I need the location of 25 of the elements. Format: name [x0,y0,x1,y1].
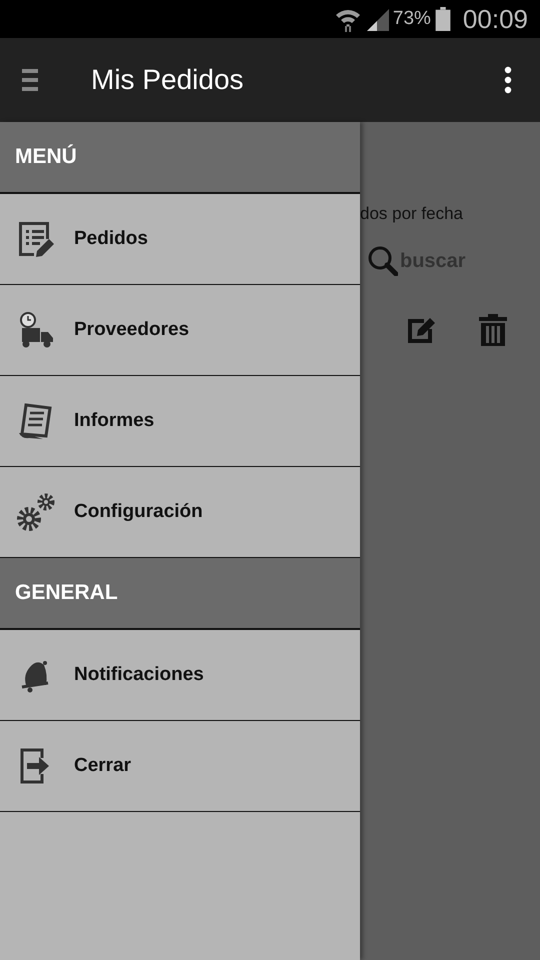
list-pencil-icon [16,219,56,259]
drawer-item[interactable]: Pedidos [0,194,360,285]
drawer-item-label: Proveedores [74,319,190,341]
drawer-item-label: Notificaciones [74,664,204,686]
drawer-item-label: Cerrar [74,755,132,777]
app-title: Mis Pedidos [91,64,245,96]
settings-icon [16,492,56,532]
drawer-item-label: Configuración [74,501,203,523]
drawer-item-label: Informes [74,410,154,432]
overflow-menu-icon[interactable] [504,66,512,94]
drawer-item[interactable]: Informes [0,376,360,467]
battery-percent: 73% [392,8,431,30]
section-header: GENERAL [0,558,360,630]
trash-icon[interactable] [479,314,507,346]
signal-icon [364,7,389,31]
clock: 00:09 [462,4,528,34]
drawer-item-label: Pedidos [74,228,148,250]
battery-icon [434,7,451,31]
drawer-item[interactable]: Proveedores [0,285,360,376]
drawer-item[interactable]: Cerrar [0,721,360,812]
menu-icon[interactable] [22,69,38,91]
drawer-item[interactable]: Notificaciones [0,630,360,721]
radio-label: dos por fecha [360,204,464,224]
search-icon [368,246,398,276]
section-header: MENÚ [0,122,360,194]
